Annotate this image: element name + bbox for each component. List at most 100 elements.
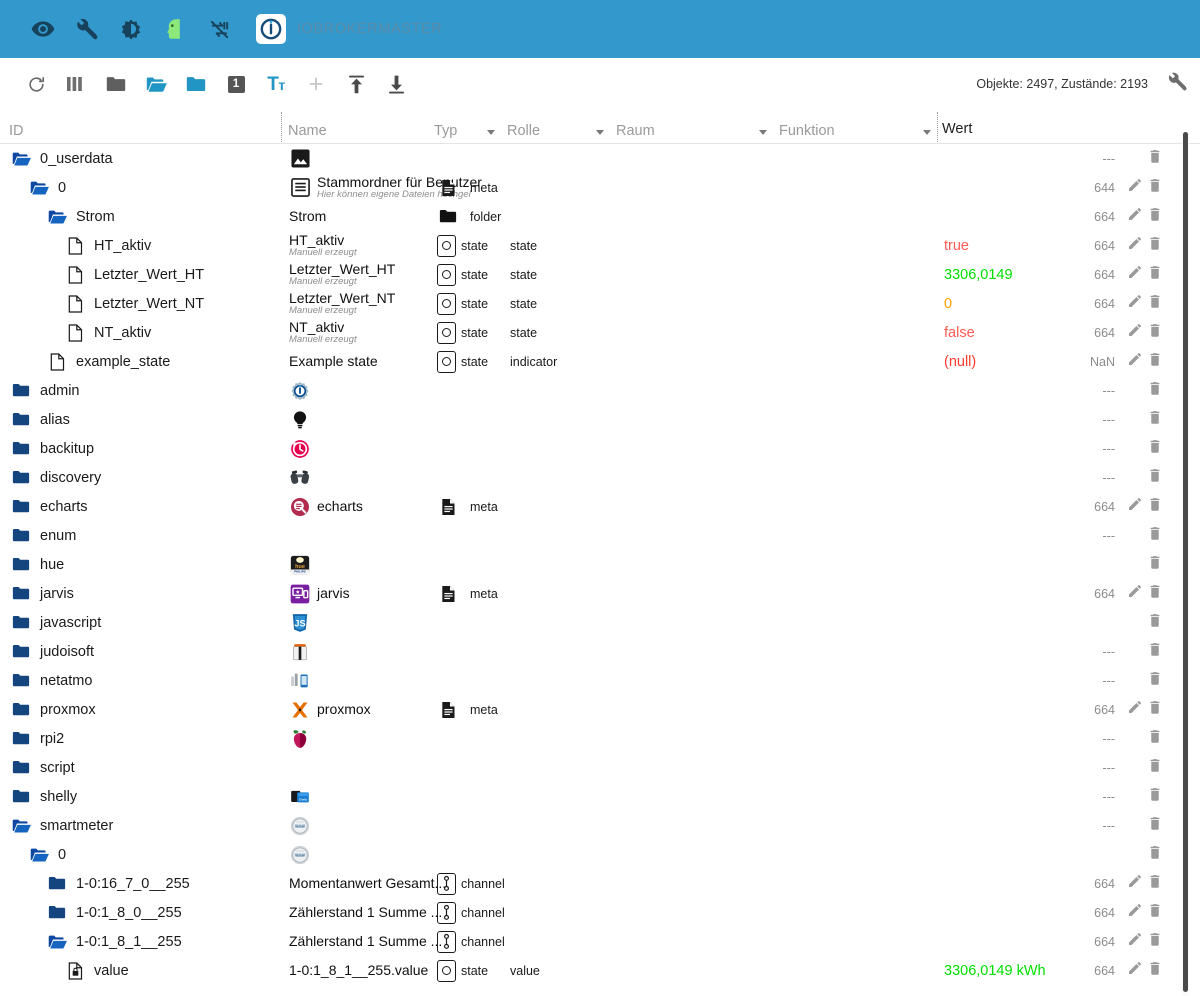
- table-row[interactable]: 1-0:1_8_1__255Zählerstand 1 Summe ...cha…: [0, 927, 1200, 956]
- scrollbar-thumb[interactable]: [1183, 132, 1188, 992]
- file-lock-icon[interactable]: [65, 961, 85, 981]
- table-row[interactable]: shellyShelly---: [0, 782, 1200, 811]
- wrench-icon[interactable]: [70, 12, 104, 46]
- delete-button[interactable]: [1144, 202, 1166, 231]
- table-row[interactable]: value1-0:1_8_1__255.valuestatevalue3306,…: [0, 956, 1200, 985]
- delete-button[interactable]: [1144, 608, 1166, 637]
- table-row[interactable]: 001234: [0, 840, 1200, 869]
- folder-closed-icon[interactable]: [11, 497, 31, 517]
- delete-button[interactable]: [1144, 753, 1166, 782]
- delete-button[interactable]: [1144, 434, 1166, 463]
- folder-closed-icon[interactable]: [11, 555, 31, 575]
- delete-button[interactable]: [1144, 898, 1166, 927]
- table-row[interactable]: javascriptJS: [0, 608, 1200, 637]
- table-row[interactable]: Letzter_Wert_NTLetzter_Wert_NTManuell er…: [0, 289, 1200, 318]
- delete-button[interactable]: [1144, 144, 1166, 173]
- table-row[interactable]: NT_aktivNT_aktivManuell erzeugtstatestat…: [0, 318, 1200, 347]
- delete-button[interactable]: [1144, 492, 1166, 521]
- folder-open-icon[interactable]: [11, 149, 31, 169]
- delete-button[interactable]: [1144, 811, 1166, 840]
- import-button[interactable]: [336, 66, 376, 102]
- add-object-button[interactable]: +: [296, 66, 336, 102]
- file-icon[interactable]: [47, 352, 67, 372]
- edit-button[interactable]: [1124, 579, 1146, 608]
- table-row[interactable]: Letzter_Wert_HTLetzter_Wert_HTManuell er…: [0, 260, 1200, 289]
- edit-button[interactable]: [1124, 927, 1146, 956]
- col-divider-id-name[interactable]: [281, 112, 282, 142]
- delete-button[interactable]: [1144, 231, 1166, 260]
- table-row[interactable]: 0Stammordner für BenutzerHier können eig…: [0, 173, 1200, 202]
- folder-open-icon[interactable]: [47, 207, 67, 227]
- delete-button[interactable]: [1144, 405, 1166, 434]
- delete-button[interactable]: [1144, 550, 1166, 579]
- folder-closed-icon[interactable]: [11, 758, 31, 778]
- folder-open-icon[interactable]: [29, 178, 49, 198]
- delete-button[interactable]: [1144, 840, 1166, 869]
- table-row[interactable]: echartsechartsmeta664: [0, 492, 1200, 521]
- table-row[interactable]: enum---: [0, 521, 1200, 550]
- refresh-button[interactable]: [16, 66, 56, 102]
- delete-button[interactable]: [1144, 173, 1166, 202]
- expert-head-icon[interactable]: [158, 12, 192, 46]
- delete-button[interactable]: [1144, 289, 1166, 318]
- eye-icon[interactable]: [26, 12, 60, 46]
- table-row[interactable]: rpi2---: [0, 724, 1200, 753]
- file-icon[interactable]: [65, 265, 85, 285]
- col-typ-chevron-down-icon[interactable]: [487, 130, 495, 135]
- delete-button[interactable]: [1144, 463, 1166, 492]
- delete-button[interactable]: [1144, 260, 1166, 289]
- sync-off-icon[interactable]: [202, 12, 236, 46]
- folder-closed-icon[interactable]: [11, 700, 31, 720]
- delete-button[interactable]: [1144, 347, 1166, 376]
- table-row[interactable]: netatmo---: [0, 666, 1200, 695]
- table-row[interactable]: judoisoft---: [0, 637, 1200, 666]
- delete-button[interactable]: [1144, 782, 1166, 811]
- expand-level-button[interactable]: 1: [216, 66, 256, 102]
- delete-button[interactable]: [1144, 695, 1166, 724]
- folder-closed-icon[interactable]: [11, 729, 31, 749]
- edit-button[interactable]: [1124, 202, 1146, 231]
- delete-button[interactable]: [1144, 869, 1166, 898]
- folder-open-icon[interactable]: [47, 932, 67, 952]
- table-row[interactable]: StromStromfolder664: [0, 202, 1200, 231]
- delete-button[interactable]: [1144, 579, 1166, 608]
- delete-button[interactable]: [1144, 521, 1166, 550]
- edit-button[interactable]: [1124, 289, 1146, 318]
- folder-closed-icon[interactable]: [11, 613, 31, 633]
- table-row[interactable]: huePHILIPShue: [0, 550, 1200, 579]
- table-row[interactable]: script---: [0, 753, 1200, 782]
- table-row[interactable]: 0_userdata---: [0, 144, 1200, 173]
- delete-button[interactable]: [1144, 724, 1166, 753]
- delete-button[interactable]: [1144, 376, 1166, 405]
- table-row[interactable]: discovery---: [0, 463, 1200, 492]
- col-rolle-label[interactable]: Rolle: [507, 123, 540, 139]
- folder-closed-icon[interactable]: [11, 439, 31, 459]
- collapse-one-button[interactable]: [176, 66, 216, 102]
- table-row[interactable]: proxmoxproxmoxmeta664: [0, 695, 1200, 724]
- edit-button[interactable]: [1124, 695, 1146, 724]
- folder-closed-icon[interactable]: [11, 671, 31, 691]
- delete-button[interactable]: [1144, 956, 1166, 985]
- col-raum-label[interactable]: Raum: [616, 123, 655, 139]
- col-divider-funktion-wert[interactable]: [937, 112, 938, 142]
- delete-button[interactable]: [1144, 927, 1166, 956]
- col-typ-label[interactable]: Typ: [434, 123, 457, 139]
- edit-button[interactable]: [1124, 492, 1146, 521]
- col-rolle-chevron-down-icon[interactable]: [596, 130, 604, 135]
- edit-button[interactable]: [1124, 956, 1146, 985]
- edit-button[interactable]: [1124, 260, 1146, 289]
- table-row[interactable]: 1-0:1_8_0__255Zählerstand 1 Summe ...cha…: [0, 898, 1200, 927]
- table-row[interactable]: admin---: [0, 376, 1200, 405]
- col-raum-chevron-down-icon[interactable]: [759, 130, 767, 135]
- settings-wrench-icon[interactable]: [1167, 71, 1188, 97]
- edit-button[interactable]: [1124, 869, 1146, 898]
- col-funktion-label[interactable]: Funktion: [779, 123, 835, 139]
- table-row[interactable]: alias---: [0, 405, 1200, 434]
- file-icon[interactable]: [65, 294, 85, 314]
- delete-button[interactable]: [1144, 318, 1166, 347]
- collapse-all-button[interactable]: [96, 66, 136, 102]
- edit-button[interactable]: [1124, 898, 1146, 927]
- table-row[interactable]: HT_aktivHT_aktivManuell erzeugtstatestat…: [0, 231, 1200, 260]
- delete-button[interactable]: [1144, 637, 1166, 666]
- folder-closed-icon[interactable]: [11, 381, 31, 401]
